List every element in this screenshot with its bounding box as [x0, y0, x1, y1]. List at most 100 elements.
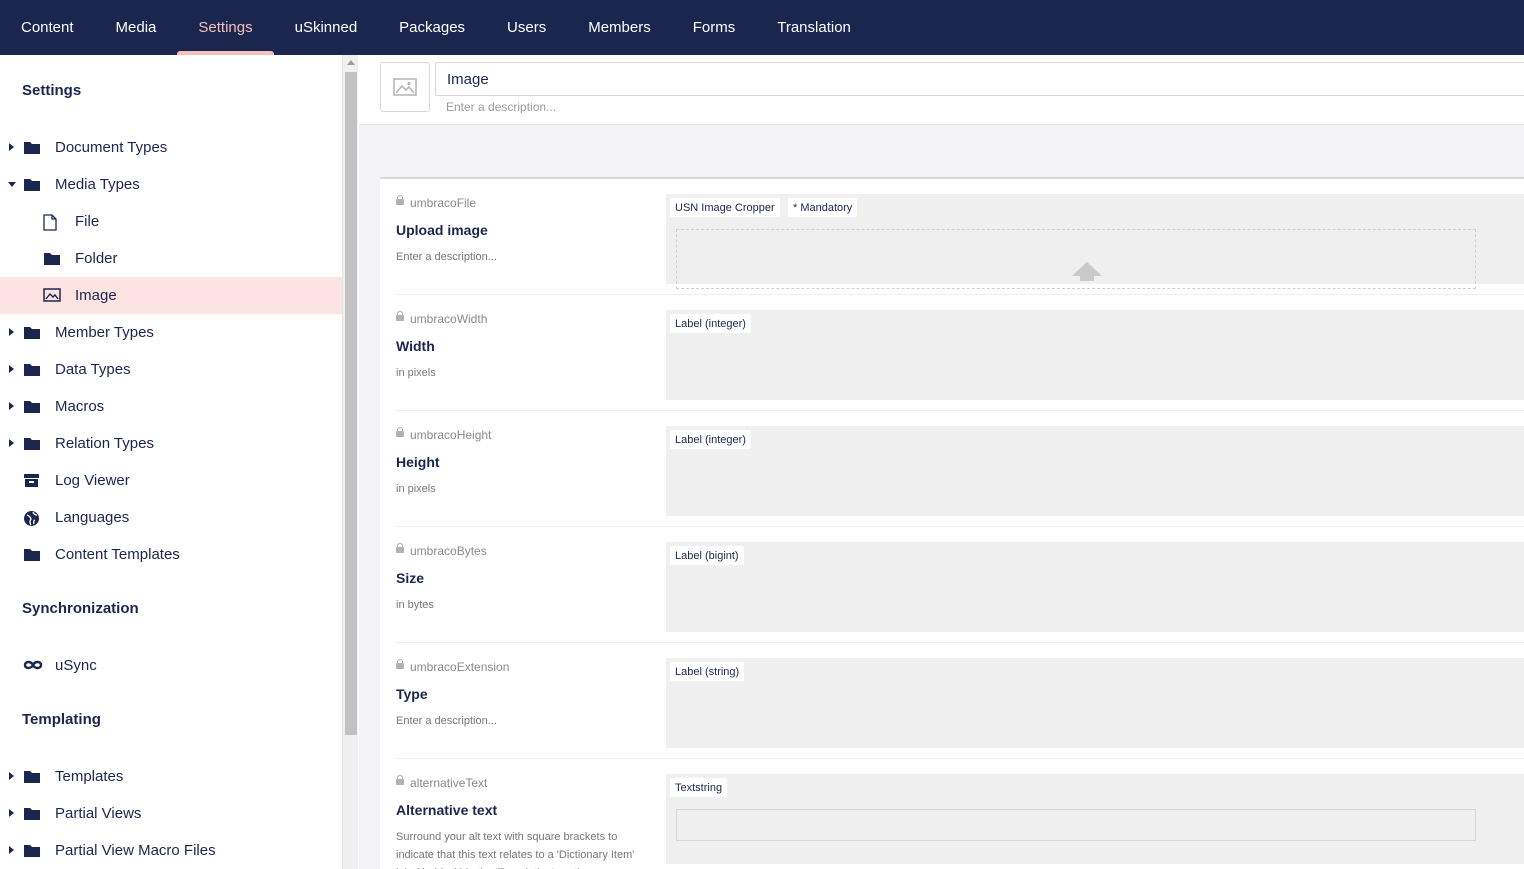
folder-icon	[23, 806, 41, 822]
editor-tag: Label (integer)	[670, 314, 751, 333]
sidebar-item-usync[interactable]: uSync	[0, 647, 342, 684]
sidebar-item-label: Document Types	[55, 139, 168, 156]
property-alias: umbracoWidth	[396, 310, 487, 326]
caret-right-icon[interactable]	[9, 772, 14, 780]
property-alias: umbracoFile	[396, 194, 477, 210]
section-title-settings: Settings	[22, 82, 82, 99]
lock-icon[interactable]	[396, 194, 404, 208]
lock-icon[interactable]	[396, 310, 404, 324]
sidebar-item-document-types[interactable]: Document Types	[0, 129, 342, 166]
sidebar-item-label: Data Types	[55, 361, 131, 378]
nav-translation[interactable]: Translation	[756, 0, 872, 55]
editor-tag: Label (bigint)	[670, 546, 744, 565]
globe-icon	[23, 510, 41, 526]
sidebar-item-relation-types[interactable]: Relation Types	[0, 425, 342, 462]
property-description: in pixels	[396, 367, 436, 379]
sidebar-item-label: Image	[75, 287, 117, 304]
sidebar-item-partial-view-macro-files[interactable]: Partial View Macro Files	[0, 832, 342, 869]
property-label: Type	[396, 686, 428, 702]
editor-tag: Label (string)	[670, 662, 745, 681]
property-row-umbracoFile[interactable]: umbracoFile Upload image Enter a descripti…	[396, 179, 1524, 295]
scrollbar-thumb[interactable]	[345, 72, 357, 735]
lock-icon[interactable]	[396, 658, 404, 672]
sidebar-scrollbar[interactable]	[342, 55, 358, 869]
caret-right-icon[interactable]	[9, 846, 14, 854]
property-alias: umbracoBytes	[396, 542, 487, 558]
sidebar-item-templates[interactable]: Templates	[0, 758, 342, 795]
folder-icon	[23, 843, 41, 859]
nav-forms[interactable]: Forms	[672, 0, 757, 55]
sidebar-item-image[interactable]: Image	[0, 277, 342, 314]
property-editor-preview[interactable]: USN Image Cropper * Mandatory	[666, 194, 1524, 289]
image-icon	[393, 78, 417, 96]
property-editor-preview[interactable]: Label (string)	[666, 658, 1524, 748]
nav-content[interactable]: Content	[0, 0, 95, 55]
sidebar-item-partial-views[interactable]: Partial Views	[0, 795, 342, 832]
scroll-up-icon[interactable]	[347, 60, 355, 65]
property-editor-preview[interactable]: Label (integer)	[666, 310, 1524, 400]
upload-arrow-stem	[1080, 275, 1094, 281]
property-editor-preview[interactable]: Textstring	[666, 774, 1524, 864]
caret-right-icon[interactable]	[9, 143, 14, 151]
caret-right-icon[interactable]	[9, 809, 14, 817]
sidebar-item-label: Languages	[55, 509, 130, 526]
sidebar-item-media-types[interactable]: Media Types	[0, 166, 342, 203]
sidebar-item-label: Log Viewer	[55, 472, 130, 489]
sidebar-item-file[interactable]: File	[0, 203, 342, 240]
sidebar-item-log-viewer[interactable]: Log Viewer	[0, 462, 342, 499]
description-input[interactable]	[435, 97, 1035, 117]
nav-packages[interactable]: Packages	[378, 0, 486, 55]
upload-dropzone[interactable]	[676, 229, 1476, 289]
icon-picker-button[interactable]	[380, 62, 430, 112]
property-alias: alternativeText	[396, 774, 488, 790]
sidebar-item-content-templates[interactable]: Content Templates	[0, 536, 342, 573]
mandatory-tag: * Mandatory	[788, 198, 858, 217]
sidebar-item-label: Member Types	[55, 324, 154, 341]
property-description: Surround your alt text with square brack…	[396, 831, 635, 869]
nav-uskinned[interactable]: uSkinned	[274, 0, 379, 55]
folder-icon	[23, 436, 41, 452]
property-editor-preview[interactable]: Label (bigint)	[666, 542, 1524, 632]
caret-right-icon[interactable]	[9, 402, 14, 410]
property-row-umbracoBytes[interactable]: umbracoBytes Size in bytes Label (bigint)	[396, 527, 1524, 643]
sidebar-item-label: Partial View Macro Files	[55, 842, 216, 859]
nav-members[interactable]: Members	[567, 0, 672, 55]
property-description: in pixels	[396, 483, 436, 495]
caret-down-icon[interactable]	[8, 182, 16, 187]
caret-right-icon[interactable]	[9, 365, 14, 373]
property-label: Height	[396, 454, 440, 470]
property-alias-text: umbracoFile	[410, 196, 477, 210]
property-row-umbracoWidth[interactable]: umbracoWidth Width in pixels Label (integer…	[396, 295, 1524, 411]
nav-settings[interactable]: Settings	[177, 0, 274, 55]
property-label: Upload image	[396, 222, 488, 238]
sidebar-item-folder[interactable]: Folder	[0, 240, 342, 277]
lock-icon[interactable]	[396, 774, 404, 788]
lock-icon[interactable]	[396, 426, 404, 440]
nav-media[interactable]: Media	[95, 0, 178, 55]
property-label: Size	[396, 570, 425, 586]
section-title-synchronization: Synchronization	[22, 600, 139, 617]
editor-tag: Label (integer)	[670, 430, 751, 449]
name-input[interactable]	[435, 62, 1524, 96]
caret-right-icon[interactable]	[9, 439, 14, 447]
sidebar-item-label: File	[75, 213, 100, 230]
property-alias-text: alternativeText	[410, 776, 488, 790]
sidebar-item-macros[interactable]: Macros	[0, 388, 342, 425]
property-alias: umbracoHeight	[396, 426, 491, 442]
infinity-icon	[23, 658, 43, 674]
property-row-umbracoHeight[interactable]: umbracoHeight Height in pixels Label (integ…	[396, 411, 1524, 527]
property-row-alternativeText[interactable]: alternativeText Alternative text Surround …	[396, 759, 1524, 869]
folder-icon	[23, 140, 41, 156]
caret-right-icon[interactable]	[9, 328, 14, 336]
property-editor-preview[interactable]: Label (integer)	[666, 426, 1524, 516]
sidebar-item-label: Templates	[55, 768, 124, 785]
lock-icon[interactable]	[396, 542, 404, 556]
property-row-umbracoExtension[interactable]: umbracoExtension Type Enter a description.…	[396, 643, 1524, 759]
sidebar-item-languages[interactable]: Languages	[0, 499, 342, 536]
properties-panel: umbracoFile Upload image Enter a descripti…	[380, 177, 1524, 869]
sidebar-item-member-types[interactable]: Member Types	[0, 314, 342, 351]
property-description: Enter a description...	[396, 251, 497, 263]
upload-arrow-icon	[1072, 262, 1102, 276]
nav-users[interactable]: Users	[486, 0, 567, 55]
sidebar-item-data-types[interactable]: Data Types	[0, 351, 342, 388]
